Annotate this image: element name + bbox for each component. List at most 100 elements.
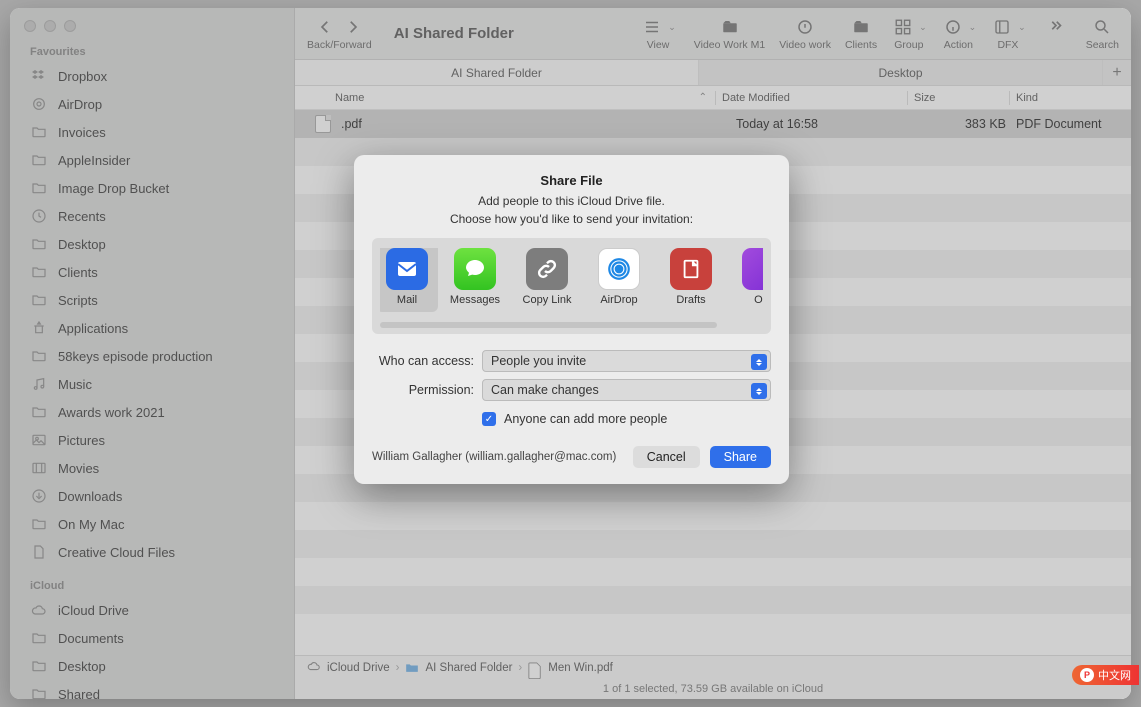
path-segment[interactable]: Men Win.pdf (548, 662, 613, 674)
share-app-drafts[interactable]: Drafts (660, 248, 722, 312)
tab-active[interactable]: AI Shared Folder (295, 60, 699, 85)
sidebar: FavouritesDropbox AirDrop InvoicesAppleIns… (10, 8, 295, 699)
anyone-checkbox[interactable]: ✓ (482, 412, 496, 426)
sidebar-item[interactable]: Movies (10, 454, 284, 482)
share-app-mail[interactable]: Mail (380, 248, 438, 312)
folder-icon (30, 403, 48, 421)
sidebar-item-label: Scripts (58, 293, 98, 308)
sidebar-item[interactable]: On My Mac (10, 510, 284, 538)
window-controls (10, 8, 294, 32)
zoom-button[interactable] (64, 20, 76, 32)
permission-select[interactable]: Can make changes (482, 379, 771, 401)
sidebar-item[interactable]: Awards work 2021 (10, 398, 284, 426)
file-name: .pdf (341, 117, 362, 131)
apps-icon (30, 319, 48, 337)
toolbar-icon (849, 17, 873, 37)
sidebar-item-label: AirDrop (58, 97, 102, 112)
pdf-icon (315, 115, 331, 133)
access-select[interactable]: People you invite (482, 350, 771, 372)
sidebar-item[interactable]: Clients (10, 258, 284, 286)
sidebar-item-label: Music (58, 377, 92, 392)
share-app-airdrop[interactable]: AirDrop (588, 248, 650, 312)
toolbar-item[interactable]: Video Work M1 (694, 16, 765, 51)
sidebar-item[interactable]: Pictures (10, 426, 284, 454)
sidebar-item[interactable]: Applications (10, 314, 284, 342)
path-segment[interactable]: iCloud Drive (327, 662, 390, 674)
sidebar-item[interactable]: Scripts (10, 286, 284, 314)
tab-add-button[interactable]: + (1103, 60, 1131, 85)
view-group[interactable]: ⌄ View (640, 16, 676, 51)
column-name[interactable]: Name (335, 92, 364, 104)
toolbar-item[interactable]: Clients (845, 16, 877, 51)
close-button[interactable] (24, 20, 36, 32)
tab-inactive[interactable]: Desktop (699, 60, 1103, 85)
cloud-icon (307, 662, 321, 674)
empty-row (295, 586, 1131, 614)
sidebar-item[interactable]: Dropbox (10, 62, 284, 90)
sidebar-section-header: Favourites (10, 32, 284, 62)
app-icon (526, 248, 568, 290)
overflow-button[interactable] (1044, 16, 1068, 51)
folder-icon (30, 123, 48, 141)
sidebar-item[interactable]: Desktop (10, 230, 284, 258)
empty-row (295, 558, 1131, 586)
share-app-om[interactable]: Om (732, 248, 763, 312)
sidebar-item[interactable]: Recents (10, 202, 284, 230)
forward-button[interactable] (341, 17, 365, 37)
share-button[interactable]: Share (710, 446, 771, 468)
app-icon (454, 248, 496, 290)
toolbar-item[interactable]: ⌄DFX (990, 16, 1026, 51)
column-size[interactable]: Size (914, 92, 1009, 104)
sidebar-item[interactable]: Image Drop Bucket (10, 174, 284, 202)
sidebar-section-header: iCloud (10, 566, 284, 596)
folder-icon (30, 179, 48, 197)
minimize-button[interactable] (44, 20, 56, 32)
sidebar-item-label: Clients (58, 265, 98, 280)
sidebar-item[interactable]: Music (10, 370, 284, 398)
sidebar-item-label: 58keys episode production (58, 349, 213, 364)
doc-icon (30, 543, 48, 561)
sidebar-item-label: Image Drop Bucket (58, 181, 169, 196)
share-app-messages[interactable]: Messages (444, 248, 506, 312)
access-label: Who can access: (372, 354, 482, 368)
sidebar-item[interactable]: Desktop (10, 652, 284, 680)
toolbar-item[interactable]: Video work (779, 16, 831, 51)
sidebar-item[interactable]: Creative Cloud Files (10, 538, 284, 566)
sidebar-item-label: Movies (58, 461, 99, 476)
sidebar-item-label: Pictures (58, 433, 105, 448)
scrollbar[interactable] (380, 322, 717, 328)
back-button[interactable] (313, 17, 337, 37)
folder-icon (30, 151, 48, 169)
column-kind[interactable]: Kind (1016, 92, 1131, 104)
sidebar-item[interactable]: 58keys episode production (10, 342, 284, 370)
path-segment[interactable]: AI Shared Folder (425, 662, 512, 674)
toolbar-item[interactable]: ⌄Action (941, 16, 977, 51)
share-dialog: Share File Add people to this iCloud Dri… (354, 155, 789, 484)
sidebar-item[interactable]: Downloads (10, 482, 284, 510)
folder-icon (405, 662, 419, 674)
sidebar-item[interactable]: Shared (10, 680, 284, 699)
cancel-button[interactable]: Cancel (633, 446, 700, 468)
path-bar: iCloud Drive › AI Shared Folder › Men Wi… (295, 655, 1131, 679)
toolbar-icon (718, 17, 742, 37)
sidebar-item[interactable]: iCloud Drive (10, 596, 284, 624)
share-app-copy-link[interactable]: Copy Link (516, 248, 578, 312)
downloads-icon (30, 487, 48, 505)
sidebar-item-label: Shared (58, 687, 100, 700)
column-date[interactable]: Date Modified (722, 92, 907, 104)
folder-icon (30, 263, 48, 281)
toolbar-item[interactable]: ⌄Group (891, 16, 927, 51)
sidebar-item[interactable]: Documents (10, 624, 284, 652)
sidebar-item[interactable]: AppleInsider (10, 146, 284, 174)
search-group[interactable]: Search (1086, 16, 1119, 51)
tab-bar: AI Shared Folder Desktop + (295, 60, 1131, 86)
watermark: P中文网 (1072, 665, 1139, 685)
user-identity: William Gallagher (william.gallagher@mac… (372, 451, 616, 463)
cloud-icon (30, 601, 48, 619)
chevron-updown-icon (751, 383, 767, 399)
sidebar-item[interactable]: Invoices (10, 118, 284, 146)
sort-caret-icon: ⌃ (699, 92, 707, 103)
sidebar-item[interactable]: AirDrop (10, 90, 284, 118)
file-row[interactable]: .pdfToday at 16:58383 KBPDF Document (295, 110, 1131, 138)
sidebar-item-label: Desktop (58, 237, 106, 252)
